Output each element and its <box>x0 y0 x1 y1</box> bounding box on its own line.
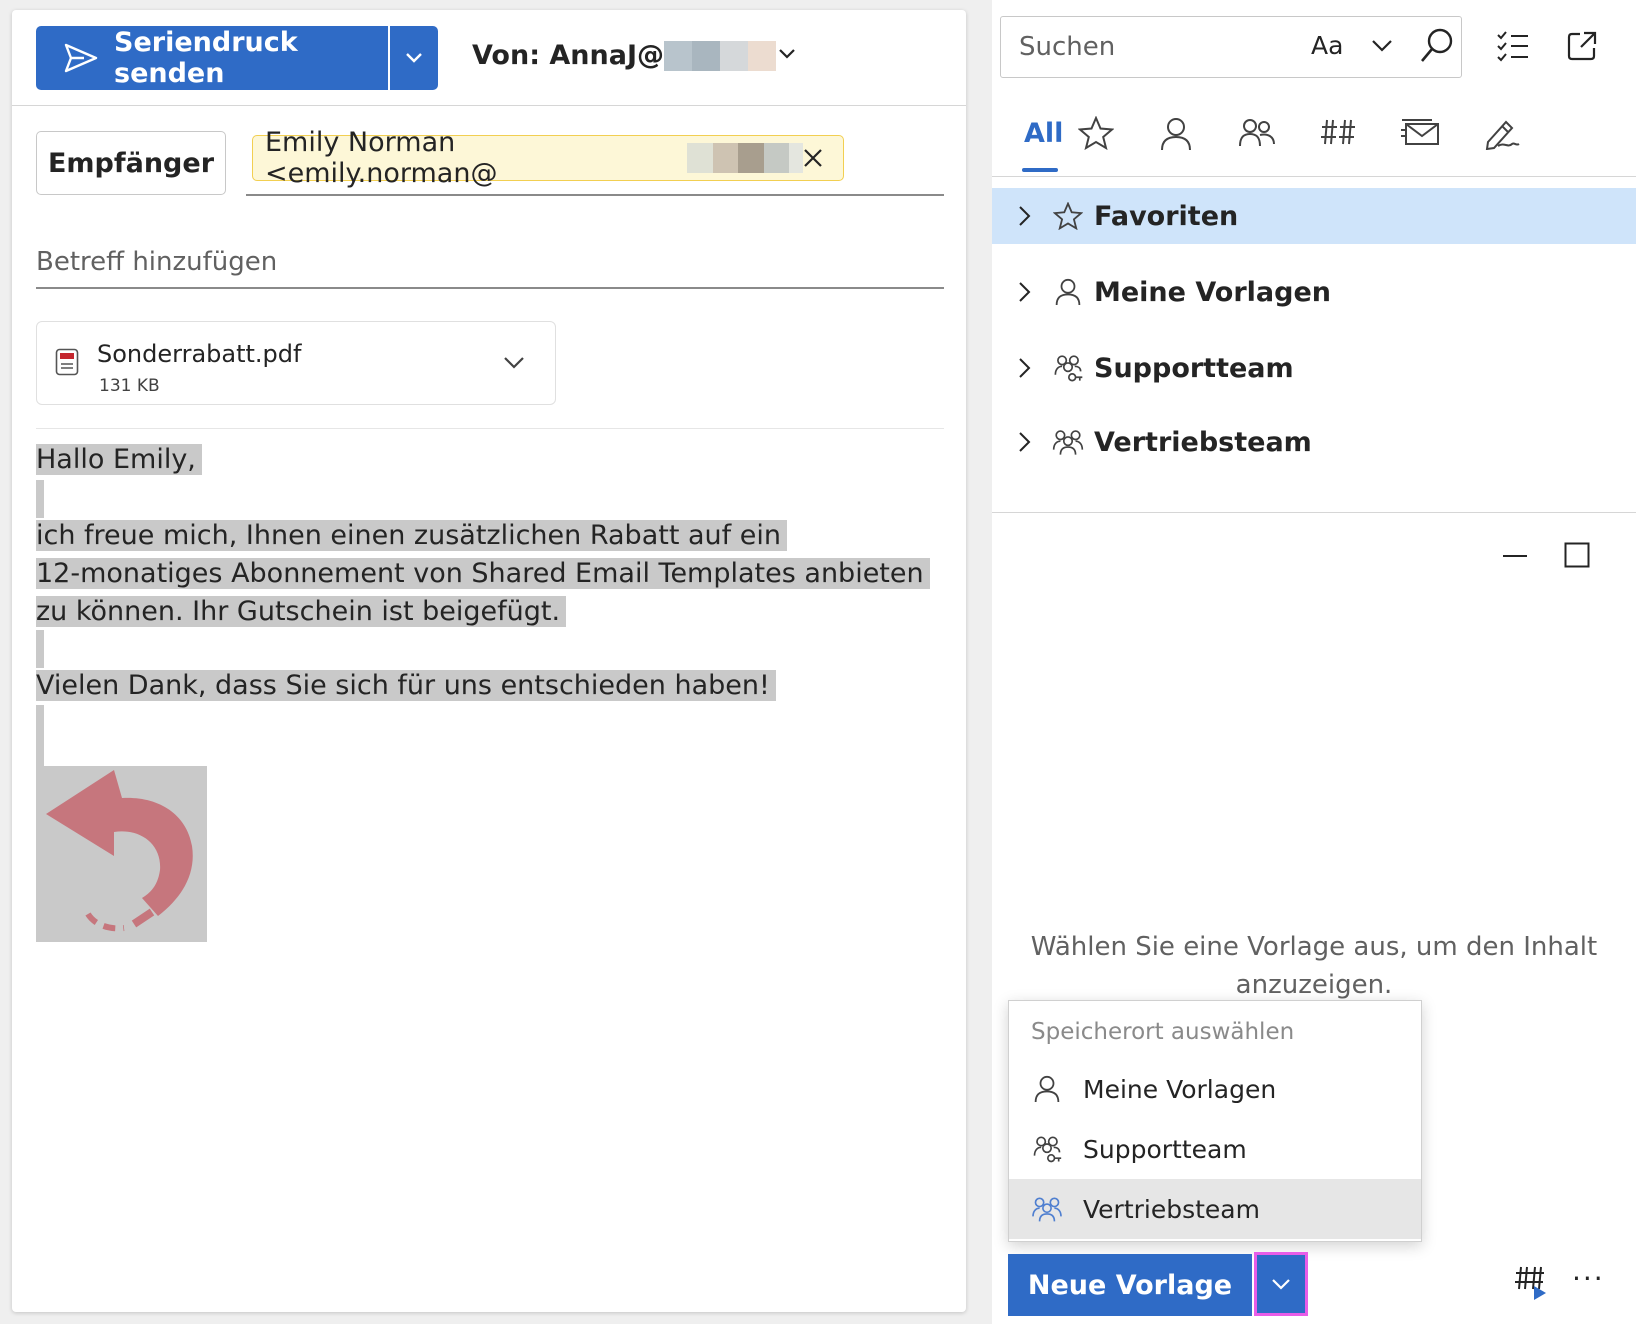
attachment-size: 131 KB <box>99 376 160 396</box>
insert-macro-hash-icon[interactable] <box>1514 1264 1548 1300</box>
attachment-name: Sonderrabatt.pdf <box>97 340 302 368</box>
search-box[interactable]: Aa <box>1000 16 1462 78</box>
redacted-block <box>748 40 776 71</box>
from-label: Von: AnnaJ@ <box>472 40 664 71</box>
redacted-block <box>720 40 748 71</box>
active-tab-indicator <box>1022 168 1058 172</box>
divider <box>992 512 1636 513</box>
greeting-line: Hallo Emily, <box>36 444 202 475</box>
highlight-gap <box>36 480 44 518</box>
tree-item-label: Supportteam <box>1094 352 1294 384</box>
send-options-dropdown[interactable] <box>390 26 438 90</box>
tree-item-label: Meine Vorlagen <box>1094 276 1331 308</box>
tree-item-my-templates[interactable]: Meine Vorlagen <box>992 264 1636 320</box>
chevron-down-icon <box>405 52 423 64</box>
message-body-closing[interactable]: Vielen Dank, dass Sie sich für uns entsc… <box>36 667 776 705</box>
new-template-button[interactable]: Neue Vorlage <box>1008 1254 1252 1316</box>
search-icon[interactable] <box>1419 27 1455 65</box>
message-body-greeting[interactable]: Hallo Emily, <box>36 441 202 479</box>
people-key-icon <box>1052 352 1084 384</box>
checklist-icon[interactable] <box>1496 30 1530 62</box>
people-key-icon <box>1031 1134 1063 1164</box>
templates-pane: Aa All Favoriten Meine <box>992 0 1636 1324</box>
paragraph-line: zu können. Ihr Gutschein ist beigefügt. <box>36 596 567 627</box>
tree-item-sales-team[interactable]: Vertriebsteam <box>992 414 1636 470</box>
dropdown-header: Speicherort auswählen <box>1031 1019 1295 1045</box>
more-options-icon[interactable]: ··· <box>1572 1262 1605 1295</box>
paragraph-line: ich freue mich, Ihnen einen zusätzlichen… <box>36 520 787 551</box>
tab-mail-stack-icon[interactable] <box>1400 116 1440 148</box>
search-options-chevron-icon[interactable] <box>1371 39 1393 53</box>
tab-macros-hash-icon[interactable] <box>1320 116 1358 148</box>
tree-item-label: Vertriebsteam <box>1094 426 1312 458</box>
from-field[interactable]: Von: AnnaJ@ <box>472 40 776 71</box>
search-input[interactable] <box>1019 29 1279 65</box>
redacted-block <box>664 40 692 71</box>
recipient-chip[interactable]: Emily Norman <emily.norman@ <box>252 127 844 189</box>
chevron-right-icon <box>1018 281 1040 303</box>
menu-item-sales-team[interactable]: Vertriebsteam <box>1009 1179 1421 1239</box>
tab-teams-people-icon[interactable] <box>1238 116 1276 150</box>
chevron-down-icon <box>1271 1278 1291 1290</box>
divider <box>12 105 966 106</box>
match-case-toggle[interactable]: Aa <box>1311 31 1343 60</box>
compose-pane: Seriendruck senden Von: AnnaJ@ Empfänger… <box>12 10 966 1312</box>
recipients-button[interactable]: Empfänger <box>36 131 226 195</box>
divider <box>36 287 944 289</box>
chevron-right-icon <box>1018 431 1040 453</box>
redacted-block <box>687 143 713 173</box>
redacted-block <box>789 143 804 173</box>
new-template-location-dropdown[interactable] <box>1254 1252 1308 1316</box>
tab-favorites-star-icon[interactable] <box>1078 116 1114 150</box>
send-icon <box>64 43 98 73</box>
divider <box>246 194 944 196</box>
redacted-block <box>692 40 720 71</box>
chevron-right-icon <box>1018 357 1040 379</box>
attachment-card[interactable]: Sonderrabatt.pdf 131 KB <box>36 321 556 405</box>
menu-item-support-team[interactable]: Supportteam <box>1009 1119 1421 1179</box>
divider <box>36 428 944 429</box>
tree-item-support-team[interactable]: Supportteam <box>992 340 1636 396</box>
redacted-block <box>712 143 739 173</box>
highlight-gap <box>36 705 44 767</box>
tree-item-favorites[interactable]: Favoriten <box>992 188 1636 244</box>
paragraph-line: 12-monatiges Abonnement von Shared Email… <box>36 558 930 589</box>
send-mail-merge-button[interactable]: Seriendruck senden <box>36 26 388 90</box>
redacted-block <box>738 143 764 173</box>
return-arrow-image[interactable] <box>36 766 207 942</box>
menu-item-label: Supportteam <box>1083 1134 1247 1164</box>
star-icon <box>1052 202 1084 230</box>
send-label: Seriendruck senden <box>114 27 298 89</box>
people-icon <box>1031 1195 1063 1223</box>
tab-all[interactable]: All <box>1024 118 1063 149</box>
chevron-right-icon <box>1018 205 1040 227</box>
people-icon <box>1052 427 1084 457</box>
divider <box>992 176 1636 177</box>
subject-input[interactable] <box>36 238 944 286</box>
closing-line: Vielen Dank, dass Sie sich für uns entsc… <box>36 670 776 701</box>
remove-recipient-icon[interactable] <box>803 148 823 168</box>
empty-preview-message: Wählen Sie eine Vorlage aus, um den Inha… <box>1030 932 1598 1000</box>
tree-item-label: Favoriten <box>1094 200 1239 232</box>
popout-icon[interactable] <box>1566 30 1598 62</box>
highlight-gap <box>36 630 44 668</box>
tab-signature-icon[interactable] <box>1482 116 1520 150</box>
message-body-paragraph[interactable]: ich freue mich, Ihnen einen zusätzlichen… <box>36 517 930 631</box>
from-chevron-icon[interactable] <box>778 48 796 60</box>
menu-item-label: Meine Vorlagen <box>1083 1074 1277 1104</box>
attachment-menu-chevron-icon[interactable] <box>503 356 525 370</box>
minimize-icon[interactable] <box>1502 554 1528 558</box>
person-icon <box>1052 277 1084 307</box>
redacted-block <box>763 143 790 173</box>
person-icon <box>1031 1074 1063 1104</box>
location-dropdown-menu: Speicherort auswählen Meine Vorlagen Sup… <box>1008 1000 1422 1242</box>
tab-personal-person-icon[interactable] <box>1160 116 1192 152</box>
maximize-icon[interactable] <box>1564 542 1590 568</box>
menu-item-my-templates[interactable]: Meine Vorlagen <box>1009 1059 1421 1119</box>
pdf-file-icon <box>55 348 79 376</box>
recipient-text: Emily Norman <emily.norman@ <box>265 127 498 189</box>
menu-item-label: Vertriebsteam <box>1083 1194 1260 1224</box>
return-arrow-icon <box>46 770 193 932</box>
